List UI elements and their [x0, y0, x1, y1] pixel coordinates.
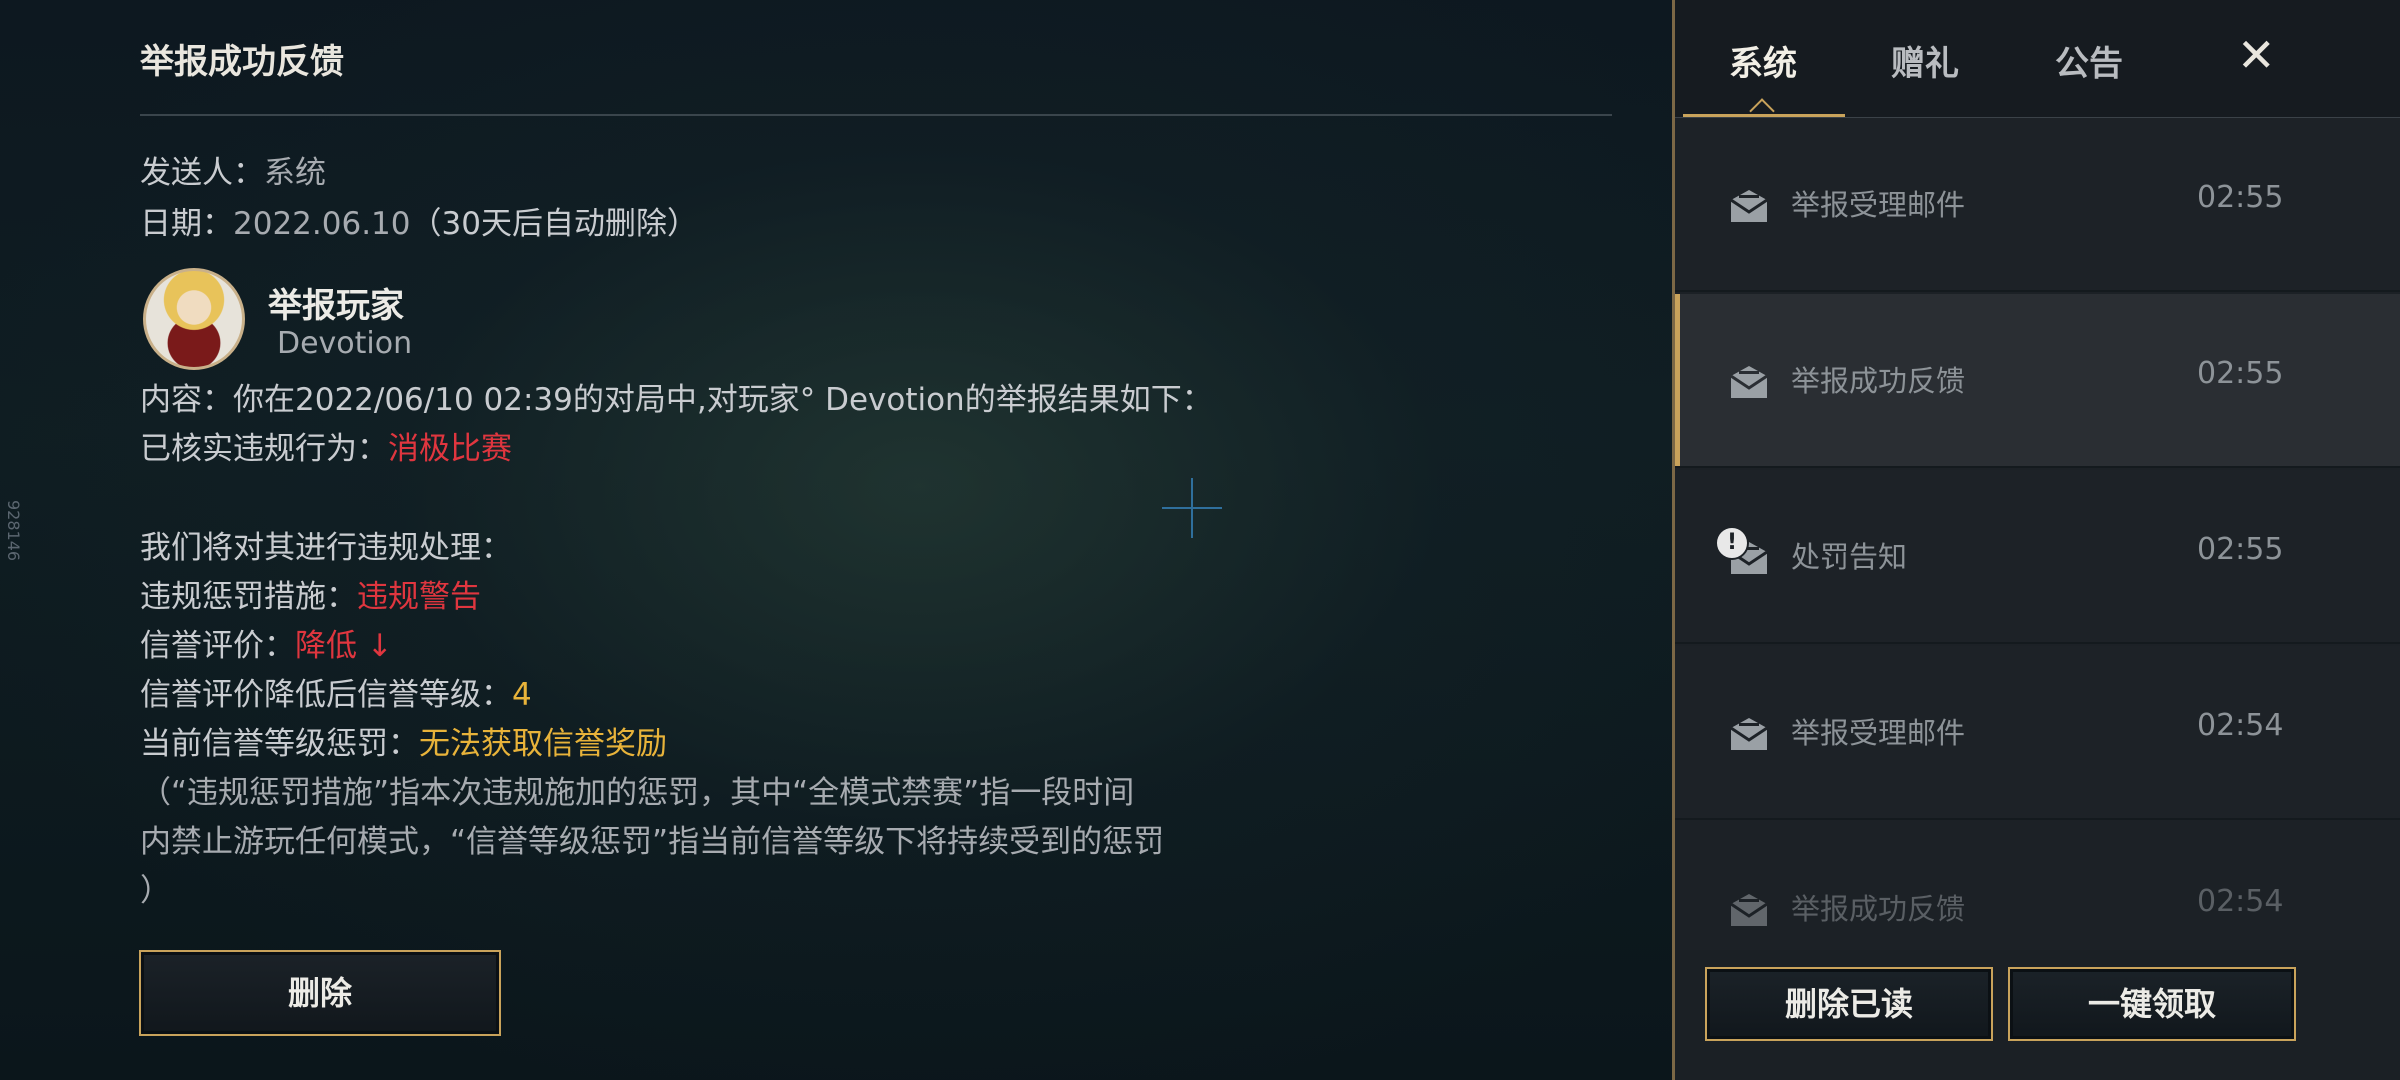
mailbox-tabs: 系统 赠礼 公告 ✕ — [1675, 0, 2400, 124]
penalty-label: 违规惩罚措施： — [140, 579, 357, 615]
date-row: 日期：2022.06.10（30天后自动删除） — [140, 204, 698, 244]
title-divider — [140, 114, 1612, 116]
selection-bar — [1675, 294, 1680, 466]
mail-time: 02:55 — [2197, 180, 2284, 215]
crosshair-icon — [1162, 478, 1222, 538]
mail-read-icon — [1730, 366, 1768, 398]
reported-player-name: Devotion — [277, 326, 413, 361]
credit-label: 信誉评价： — [140, 628, 295, 664]
mail-time: 02:54 — [2197, 884, 2284, 919]
mail-read-icon — [1730, 718, 1768, 750]
mail-time: 02:54 — [2197, 708, 2284, 743]
mail-item[interactable]: 举报受理邮件 02:55 — [1675, 118, 2400, 292]
credit-level-row: 信誉评价降低后信誉等级：4 — [140, 675, 532, 715]
mailbox-footer: 删除已读 一键领取 — [1675, 950, 2400, 1080]
mail-detail-panel: 举报成功反馈 发送人：系统 日期：2022.06.10（30天后自动删除） 举报… — [0, 0, 1672, 1080]
sender-row: 发送人：系统 — [140, 153, 326, 193]
tab-system[interactable]: 系统 — [1729, 36, 1797, 85]
current-penalty-label: 当前信誉等级惩罚： — [140, 726, 419, 762]
note-line-1: （“违规惩罚措施”指本次违规施加的惩罚，其中“全模式禁赛”指一段时间 — [140, 775, 1135, 811]
side-code: 928146 — [4, 500, 23, 562]
mail-subject: 举报受理邮件 — [1791, 716, 1966, 750]
credit-value: 降低 ↓ — [295, 628, 393, 664]
violation-row: 已核实违规行为：消极比赛 — [140, 429, 512, 469]
reported-player-heading: 举报玩家 — [268, 286, 404, 326]
credit-level-label: 信誉评价降低后信誉等级： — [140, 677, 512, 713]
delete-button[interactable]: 删除 — [139, 950, 501, 1036]
mail-subject: 举报成功反馈 — [1791, 364, 1966, 398]
current-penalty-row: 当前信誉等级惩罚：无法获取信誉奖励 — [140, 724, 667, 764]
handling-line: 我们将对其进行违规处理： — [140, 530, 512, 566]
mailbox-panel: 系统 赠礼 公告 ✕ 举报受理邮件 02:55 举报成功反馈 02:55 ! 处… — [1672, 0, 2400, 1080]
tab-gifts[interactable]: 赠礼 — [1891, 36, 1959, 85]
warning-badge-icon: ! — [1715, 526, 1749, 560]
mail-title: 举报成功反馈 — [140, 42, 344, 82]
player-avatar — [143, 268, 245, 370]
mail-item[interactable]: 举报受理邮件 02:54 — [1675, 646, 2400, 820]
current-penalty-value: 无法获取信誉奖励 — [419, 726, 667, 762]
date-value: 2022.06.10 — [233, 206, 411, 242]
credit-level-value: 4 — [512, 677, 532, 713]
delete-read-button[interactable]: 删除已读 — [1705, 967, 1993, 1041]
content-line: 内容：你在2022/06/10 02:39的对局中,对玩家° Devotion的… — [140, 382, 1213, 418]
claim-all-button[interactable]: 一键领取 — [2008, 967, 2296, 1041]
violation-value: 消极比赛 — [388, 431, 512, 467]
close-icon[interactable]: ✕ — [2237, 28, 2276, 82]
date-label: 日期： — [140, 206, 233, 242]
tab-announcements[interactable]: 公告 — [2055, 36, 2123, 85]
mail-time: 02:55 — [2197, 532, 2284, 567]
sender-label: 发送人： — [140, 155, 264, 191]
mail-subject: 处罚告知 — [1791, 540, 1908, 574]
mail-read-icon — [1730, 894, 1768, 926]
mail-item-selected[interactable]: 举报成功反馈 02:55 — [1675, 294, 2400, 468]
mail-time: 02:55 — [2197, 356, 2284, 391]
penalty-value: 违规警告 — [357, 579, 481, 615]
penalty-row: 违规惩罚措施：违规警告 — [140, 577, 481, 617]
credit-row: 信誉评价：降低 ↓ — [140, 626, 393, 666]
note-line-2: 内禁止游玩任何模式，“信誉等级惩罚”指当前信誉等级下将持续受到的惩罚 — [140, 824, 1165, 860]
mail-read-icon — [1730, 190, 1768, 222]
sender-value: 系统 — [264, 155, 326, 191]
mail-list: 举报受理邮件 02:55 举报成功反馈 02:55 ! 处罚告知 02:55 举… — [1675, 118, 2400, 948]
mail-item[interactable]: ! 处罚告知 02:55 — [1675, 470, 2400, 644]
mail-subject: 举报受理邮件 — [1791, 188, 1966, 222]
note-line-3: ） — [140, 873, 171, 909]
mail-subject: 举报成功反馈 — [1791, 892, 1966, 926]
mail-item[interactable]: 举报成功反馈 02:54 — [1675, 822, 2400, 948]
violation-label: 已核实违规行为： — [140, 431, 388, 467]
auto-delete-note: （30天后自动删除） — [410, 206, 698, 242]
